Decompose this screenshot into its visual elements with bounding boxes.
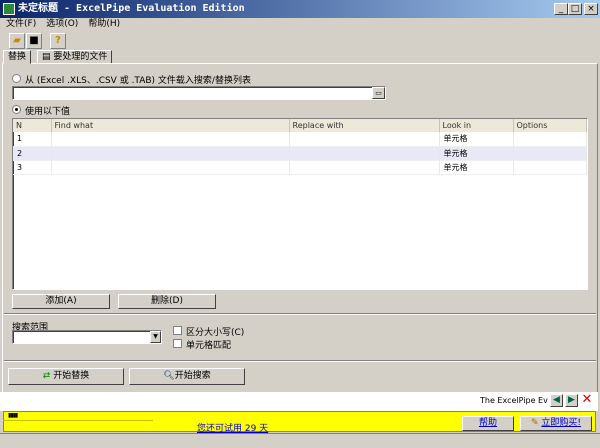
help-button[interactable]: 帮助: [462, 416, 514, 431]
menu-bar: 文件(F) 选项(O) 帮助(H): [0, 18, 120, 31]
case-sensitive-label: 区分大小写(C): [186, 328, 245, 338]
cell-n: 1: [13, 132, 52, 147]
arrow-left-icon[interactable]: ◀: [550, 394, 563, 407]
cell-replace[interactable]: [289, 160, 440, 175]
search-scope-select[interactable]: [12, 330, 162, 344]
cell-lookin[interactable]: 单元格: [439, 146, 514, 161]
use-values-label: 使用以下值: [25, 107, 71, 117]
help-icon[interactable]: ?: [50, 33, 66, 49]
arrow-right-icon[interactable]: ▶: [565, 394, 578, 407]
start-replace-label: 开始替换: [53, 371, 90, 381]
cell-lookin[interactable]: 单元格: [439, 132, 514, 147]
open-folder-icon[interactable]: ▰: [9, 33, 25, 49]
tab-files[interactable]: ▤ 要处理的文件: [37, 50, 113, 64]
cell-match-label: 单元格匹配: [186, 341, 232, 351]
browse-button[interactable]: ▭: [372, 87, 385, 99]
files-icon: ▤: [42, 52, 54, 62]
divider: [4, 360, 596, 362]
start-search-label: 开始搜索: [174, 371, 211, 381]
buy-icon: ✎: [530, 418, 542, 428]
cell-replace[interactable]: [289, 132, 440, 147]
start-search-button[interactable]: 🔍︎开始搜索: [129, 368, 245, 385]
col-find[interactable]: Find what: [51, 119, 290, 132]
app-icon: [3, 3, 15, 15]
cell-options[interactable]: [513, 146, 587, 161]
replace-table: N Find what Replace with Look in Options…: [12, 118, 588, 290]
menu-options[interactable]: 选项(O): [46, 18, 78, 31]
table-row[interactable]: 1 单元格: [13, 132, 587, 147]
col-n[interactable]: N: [13, 119, 52, 132]
cell-options[interactable]: [513, 132, 587, 147]
tab-label: 要处理的文件: [53, 52, 108, 62]
replace-icon: ⇄: [42, 371, 54, 381]
use-values-radio[interactable]: [12, 105, 21, 114]
file-path-input[interactable]: [12, 86, 386, 100]
table-row[interactable]: 3 单元格: [13, 160, 587, 175]
col-options[interactable]: Options: [513, 119, 587, 132]
start-replace-button[interactable]: ⇄ 开始替换: [8, 368, 124, 385]
from-file-radio[interactable]: [12, 74, 21, 83]
cell-n: 2: [13, 146, 52, 161]
cell-find[interactable]: [51, 132, 290, 147]
cell-n: 3: [13, 160, 52, 175]
cell-lookin[interactable]: 单元格: [439, 160, 514, 175]
cell-match-checkbox[interactable]: [173, 339, 182, 348]
minimize-button[interactable]: _: [554, 3, 568, 15]
cell-find[interactable]: [51, 160, 290, 175]
cell-options[interactable]: [513, 160, 587, 175]
from-file-label: 从 (Excel .XLS、.CSV 或 .TAB) 文件载入搜索/替换列表: [25, 76, 251, 86]
close-button[interactable]: ×: [584, 3, 598, 15]
menu-file[interactable]: 文件(F): [6, 18, 36, 31]
divider: [4, 313, 596, 315]
window-title: 未定标题 - ExcelPipe Evaluation Edition: [18, 3, 245, 14]
menu-help[interactable]: 帮助(H): [88, 18, 120, 31]
info-scroll-text: The ExcelPipe Evalu: [480, 396, 548, 405]
cell-find[interactable]: [51, 146, 290, 161]
add-button[interactable]: 添加(A): [12, 294, 110, 309]
delete-button[interactable]: 删除(D): [118, 294, 216, 309]
table-row[interactable]: 2 单元格: [13, 146, 587, 161]
case-sensitive-checkbox[interactable]: [173, 326, 182, 335]
tab-label: 替换: [8, 52, 27, 62]
status-bar: [0, 433, 600, 448]
search-icon: 🔍︎: [163, 371, 175, 381]
progress-line: [3, 420, 153, 421]
col-lookin[interactable]: Look in: [439, 119, 514, 132]
buy-now-label: 立即购买!: [541, 418, 581, 428]
close-icon[interactable]: ✕: [580, 393, 594, 407]
cell-replace[interactable]: [289, 146, 440, 161]
maximize-button[interactable]: □: [568, 3, 582, 15]
save-icon[interactable]: ■: [26, 33, 42, 49]
buy-now-button[interactable]: ✎ 立即购买!: [520, 416, 592, 431]
title-bar: 未定标题 - ExcelPipe Evaluation Edition: [0, 0, 600, 18]
progress-indicator: ▮▮▮▮: [8, 412, 18, 419]
table-header: N Find what Replace with Look in Options: [13, 119, 587, 132]
tab-replace[interactable]: 替换: [3, 50, 32, 64]
col-replace[interactable]: Replace with: [289, 119, 440, 132]
chevron-down-icon[interactable]: ▼: [150, 331, 161, 343]
